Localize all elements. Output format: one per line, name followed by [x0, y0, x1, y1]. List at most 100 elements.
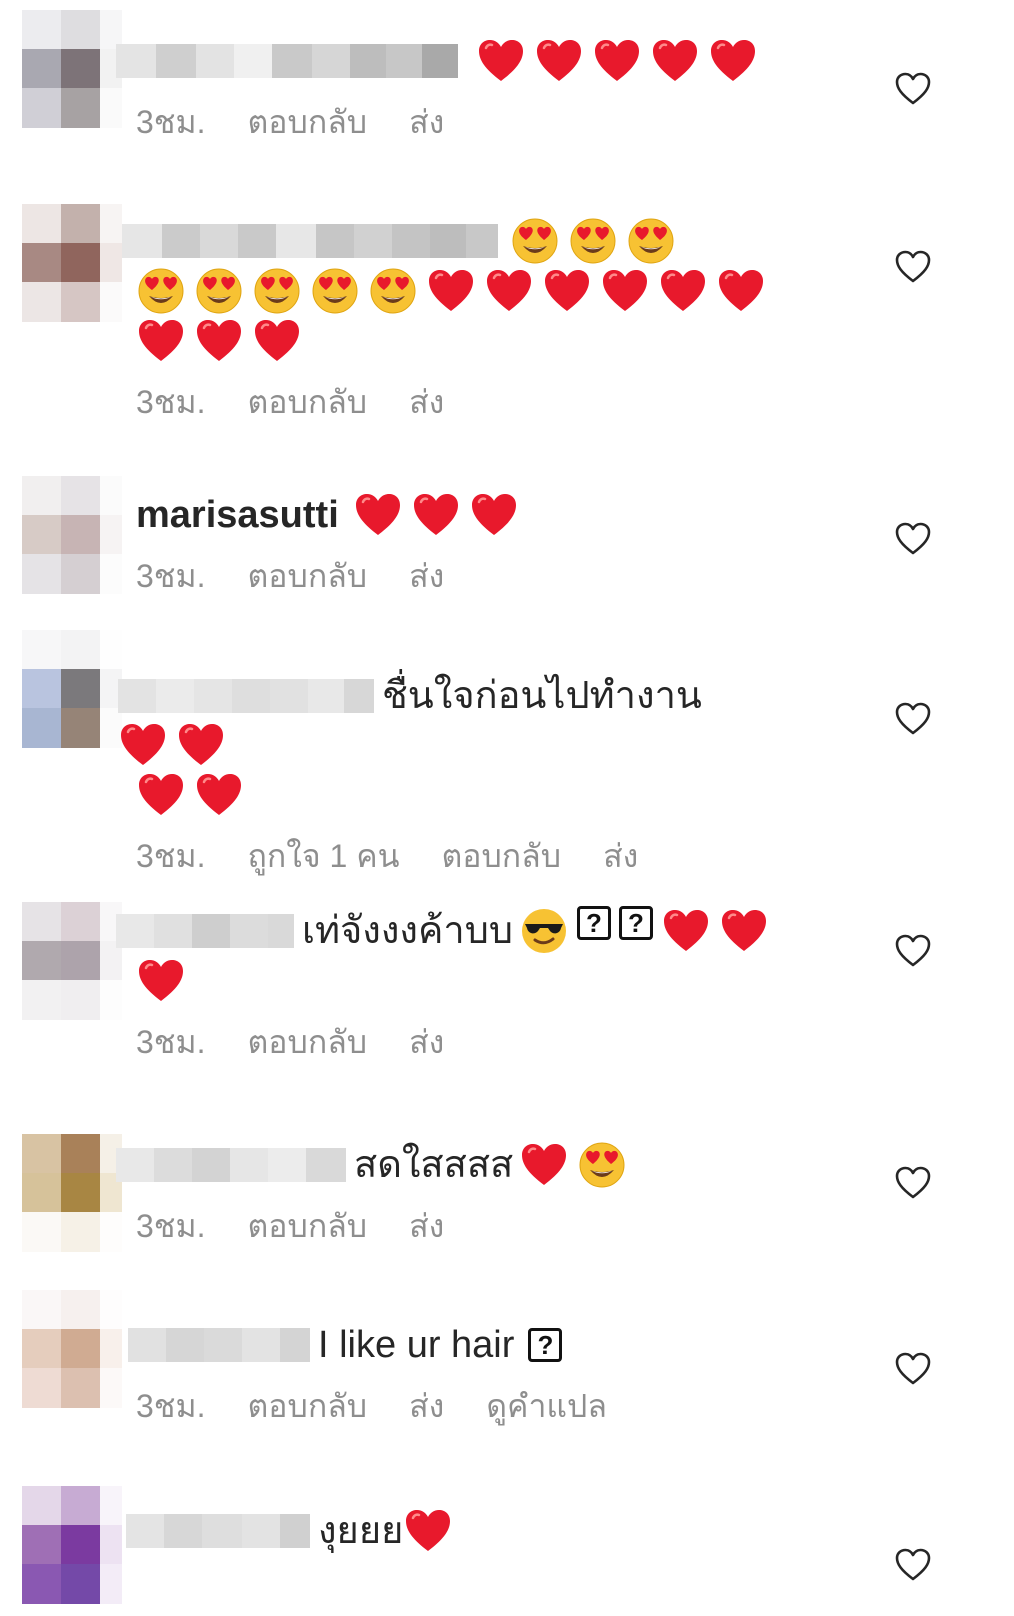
like-heart-icon[interactable] [895, 1352, 931, 1386]
like-heart-icon[interactable] [895, 1166, 931, 1200]
red-heart-icon [716, 266, 766, 316]
comment-meta: 3ชม. ตอบกลับ ส่ง [136, 380, 822, 424]
heart-eyes-icon [626, 216, 676, 266]
send-button[interactable]: ส่ง [409, 1201, 444, 1252]
send-button[interactable]: ส่ง [409, 1381, 444, 1432]
red-heart-icon [194, 316, 244, 366]
comment-meta: 3ชม. ตอบกลับ ส่ง [136, 1020, 816, 1064]
red-heart-icon [353, 490, 403, 540]
avatar[interactable] [22, 1134, 122, 1252]
comment-body: 3ชม. ตอบกลับ ส่ง [122, 216, 822, 424]
username-blurred[interactable] [118, 679, 374, 713]
emoji-group [136, 316, 310, 366]
username-blurred[interactable] [128, 1328, 310, 1362]
reply-button[interactable]: ตอบกลับ [248, 377, 368, 428]
unknown-glyph-icon: ? [618, 906, 653, 940]
reply-button[interactable]: ตอบกลับ [248, 1017, 368, 1068]
send-button[interactable]: ส่ง [409, 551, 444, 602]
emoji-group [353, 490, 527, 540]
red-heart-icon [403, 1506, 453, 1556]
avatar[interactable] [22, 10, 122, 128]
comment-text: สดใสสสส [354, 1144, 514, 1186]
comment-body: ชื่นใจก่อนไปทำงาน 3ชม. ถูกใจ 1 คน ตอบกลั… [118, 672, 818, 878]
red-heart-icon [719, 906, 769, 956]
sunglasses-face-icon [519, 906, 569, 956]
red-heart-icon [519, 1140, 569, 1190]
emoji-group: ? [528, 1328, 570, 1362]
heart-eyes-icon [510, 216, 560, 266]
send-button[interactable]: ส่ง [603, 831, 638, 882]
red-heart-icon [194, 770, 244, 820]
comment-meta: 3ชม. ถูกใจ 1 คน ตอบกลับ ส่ง [136, 834, 818, 878]
comment-text: เท่จังงงค้าบบ [302, 910, 513, 952]
comment-meta: 3ชม. ตอบกลับ ส่ง [136, 100, 818, 144]
avatar[interactable] [22, 1290, 122, 1408]
emoji-group [118, 720, 234, 770]
reply-button[interactable]: ตอบกลับ [248, 551, 368, 602]
avatar[interactable] [22, 1486, 122, 1604]
emoji-group: ?? [519, 906, 777, 956]
heart-eyes-icon [252, 266, 302, 316]
comment-text: งุยยย [318, 1510, 404, 1552]
avatar[interactable] [22, 630, 122, 748]
comment-username[interactable]: marisasutti [136, 491, 339, 539]
like-heart-icon[interactable] [895, 72, 931, 106]
send-button[interactable]: ส่ง [409, 97, 444, 148]
comment-time: 3ชม. [136, 1023, 206, 1060]
red-heart-icon [176, 720, 226, 770]
comment-body: งุยยย [126, 1506, 826, 1556]
comment-time: 3ชม. [136, 383, 206, 420]
send-button[interactable]: ส่ง [409, 1017, 444, 1068]
comment-time: 3ชม. [136, 1387, 206, 1424]
comment-meta: 3ชม. ตอบกลับ ส่ง [136, 554, 836, 598]
comment-body: 3ชม. ตอบกลับ ส่ง [116, 36, 818, 144]
username-blurred[interactable] [126, 1514, 310, 1548]
username-blurred[interactable] [116, 44, 458, 78]
reply-button[interactable]: ตอบกลับ [248, 1381, 368, 1432]
username-blurred[interactable] [116, 914, 294, 948]
red-heart-icon [600, 266, 650, 316]
heart-eyes-icon [368, 266, 418, 316]
like-heart-icon[interactable] [895, 522, 931, 556]
comment-meta: 3ชม. ตอบกลับ ส่ง [136, 1204, 816, 1248]
comment-text: ชื่นใจก่อนไปทำงาน [382, 675, 702, 717]
username-blurred[interactable] [116, 1148, 346, 1182]
heart-eyes-icon [310, 266, 360, 316]
emoji-group [136, 770, 252, 820]
comment-body: I like ur hair ? 3ชม. ตอบกลับ ส่ง ดูคำแป… [128, 1320, 828, 1428]
like-heart-icon[interactable] [895, 1548, 931, 1582]
red-heart-icon [136, 956, 186, 1006]
like-heart-icon[interactable] [895, 934, 931, 968]
red-heart-icon [708, 36, 758, 86]
unknown-glyph-icon: ? [576, 906, 611, 940]
likes-count[interactable]: ถูกใจ 1 คน [248, 831, 400, 882]
red-heart-icon [592, 36, 642, 86]
avatar[interactable] [22, 902, 122, 1020]
reply-button[interactable]: ตอบกลับ [248, 97, 368, 148]
comment-text: I like ur hair [318, 1324, 515, 1366]
red-heart-icon [534, 36, 584, 86]
red-heart-icon [661, 906, 711, 956]
comment-time: 3ชม. [136, 1207, 206, 1244]
send-button[interactable]: ส่ง [409, 377, 444, 428]
see-translation-button[interactable]: ดูคำแปล [486, 1381, 607, 1432]
username-blurred[interactable] [122, 224, 498, 258]
red-heart-icon [136, 316, 186, 366]
comment-time: 3ชม. [136, 103, 206, 140]
emoji-group [519, 1140, 635, 1190]
unknown-glyph-icon: ? [528, 1328, 563, 1362]
red-heart-icon [411, 490, 461, 540]
heart-eyes-icon [568, 216, 618, 266]
emoji-group [476, 36, 766, 86]
reply-button[interactable]: ตอบกลับ [441, 831, 561, 882]
heart-eyes-icon [136, 266, 186, 316]
red-heart-icon [469, 490, 519, 540]
avatar[interactable] [22, 476, 122, 594]
like-heart-icon[interactable] [895, 250, 931, 284]
reply-button[interactable]: ตอบกลับ [248, 1201, 368, 1252]
red-heart-icon [252, 316, 302, 366]
like-heart-icon[interactable] [895, 702, 931, 736]
comment-body: เท่จังงงค้าบบ ?? 3ชม. ตอบกลับ ส่ง [116, 906, 816, 1064]
red-heart-icon [484, 266, 534, 316]
avatar[interactable] [22, 204, 122, 322]
